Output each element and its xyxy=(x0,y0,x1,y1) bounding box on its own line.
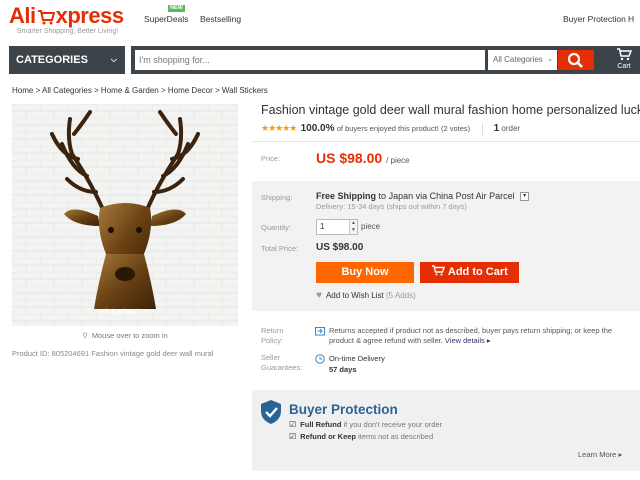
image-watermark: 天秘家居饰品店 xyxy=(98,308,140,316)
rating-row: ★★★★★ 100.0% of buyers enjoyed this prod… xyxy=(261,123,520,135)
price-value: US $98.00 / piece xyxy=(316,150,410,166)
bp-full-refund-text: if you don't receive your order xyxy=(343,420,443,429)
aliexpress-logo[interactable]: Ali xpress Smarter Shopping, Better Livin… xyxy=(9,3,124,36)
categories-button[interactable]: CATEGORIES ⌵ xyxy=(9,46,125,74)
view-details-link[interactable]: View details ▸ xyxy=(445,336,491,345)
shipping-dropdown-icon[interactable]: ▾ xyxy=(520,192,530,202)
categories-label: CATEGORIES xyxy=(16,54,88,66)
clock-icon xyxy=(315,354,325,364)
seller-guarantees-label-2: Guarantees: xyxy=(261,363,303,372)
divider xyxy=(482,123,484,135)
magnifier-icon: ⚲ xyxy=(82,331,88,340)
return-box-icon xyxy=(315,327,325,336)
shipping-line: Free Shipping to Japan via China Post Ai… xyxy=(316,191,530,202)
bp-full-refund-bold: Full Refund xyxy=(300,420,342,429)
return-policy-label: Return Policy: xyxy=(261,326,284,346)
logo-express-text: xpress xyxy=(55,3,124,28)
quantity-label: Quantity: xyxy=(261,223,292,232)
bp-full-refund: ☑ Full Refund if you don't receive your o… xyxy=(289,420,442,429)
order-label: order xyxy=(501,124,521,134)
add-to-wishlist[interactable]: ♥ Add to Wish List (5 Adds) xyxy=(316,290,416,301)
add-to-cart-button[interactable]: Add to Cart xyxy=(420,262,519,283)
logo-tagline: Smarter Shopping, Better Living! xyxy=(17,28,119,35)
checkbox-icon: ☑ xyxy=(289,420,297,429)
quantity-spin-icon[interactable]: ▲ ▼ xyxy=(349,220,357,234)
return-policy-label-2: Policy: xyxy=(261,336,284,345)
bp-refund-or-keep: ☑ Refund or Keep items not as described xyxy=(289,432,433,441)
deer-head-image: 天秘家居饰品店 xyxy=(12,104,238,326)
delivery-estimate: Delivery: 15-34 days (ships out within 7… xyxy=(316,202,467,211)
shield-icon xyxy=(261,400,281,424)
search-input[interactable] xyxy=(135,50,485,70)
on-time-delivery: On-time Delivery xyxy=(329,354,385,363)
seller-guarantees-label-1: Seller xyxy=(261,353,281,362)
search-category-value: All Categories xyxy=(493,55,543,64)
rating-text: of buyers enjoyed this product! (2 votes… xyxy=(336,124,471,134)
chevron-down-icon: ⌵ xyxy=(110,55,117,64)
nav-buyer-protection[interactable]: Buyer Protection xyxy=(563,14,626,24)
heart-icon: ♥ xyxy=(316,290,322,301)
wishlist-label: Add to Wish List xyxy=(325,291,384,300)
on-time-days: 57 days xyxy=(329,365,357,374)
wishlist-count: (5 Adds) xyxy=(385,291,416,300)
search-band: CATEGORIES ⌵ All Categories ⌄ Cart xyxy=(9,46,640,74)
learn-more-link[interactable]: Learn More ▸ xyxy=(578,450,622,459)
free-shipping: Free Shipping xyxy=(316,191,377,201)
rating-percent: 100.0% xyxy=(300,123,335,135)
return-policy-text: Returns accepted if product not as descr… xyxy=(329,326,629,346)
quantity-stepper[interactable]: 1 ▲ ▼ xyxy=(316,219,358,235)
search-button[interactable] xyxy=(558,50,594,70)
product-title: Fashion vintage gold deer wall mural fas… xyxy=(261,103,640,117)
new-badge: NEW xyxy=(168,5,185,12)
price-unit: / piece xyxy=(386,156,410,165)
price-amount: US $98.00 xyxy=(316,150,383,166)
top-header: Ali xpress Smarter Shopping, Better Livin… xyxy=(0,0,640,46)
logo-ali-text: Ali xyxy=(9,3,36,28)
nav-help[interactable]: H xyxy=(628,14,634,24)
total-label: Total Price: xyxy=(261,244,299,253)
checkbox-icon: ☑ xyxy=(289,432,297,441)
divider xyxy=(252,141,640,142)
quantity-value: 1 xyxy=(320,222,325,231)
bp-refund-or-keep-bold: Refund or Keep xyxy=(300,432,357,441)
shipping-to: to xyxy=(378,191,387,201)
total-value: US $98.00 xyxy=(316,242,364,253)
zoom-hint-text: Mouse over to zoom in xyxy=(91,331,168,340)
cart-label: Cart xyxy=(617,63,631,70)
search-container: All Categories ⌄ Cart xyxy=(131,46,640,74)
bp-refund-or-keep-text: items not as described xyxy=(358,432,434,441)
zoom-hint: ⚲ Mouse over to zoom in xyxy=(12,329,238,343)
product-id: Product ID: 805204691 Fashion vintage go… xyxy=(12,349,214,358)
shipping-label: Shipping: xyxy=(261,193,293,202)
nav-bestselling[interactable]: Bestselling xyxy=(200,14,241,24)
buy-now-button[interactable]: Buy Now xyxy=(316,262,414,283)
shipping-destination[interactable]: Japan via China Post Air Parcel xyxy=(389,191,515,201)
seller-guarantees-label: Seller Guarantees: xyxy=(261,353,302,373)
return-policy-label-1: Return xyxy=(261,326,284,335)
logo-cart-icon xyxy=(37,10,55,25)
order-count: 1 xyxy=(493,123,500,135)
view-details-label: View details xyxy=(444,336,485,345)
rating-stars-icon[interactable]: ★★★★★ xyxy=(261,123,297,133)
chevron-down-icon: ⌄ xyxy=(547,56,553,63)
learn-more-label: Learn More xyxy=(578,450,617,459)
breadcrumb[interactable]: Home > All Categories > Home & Garden > … xyxy=(12,86,268,95)
add-to-cart-label: Add to Cart xyxy=(447,266,508,278)
cart-button[interactable]: Cart xyxy=(609,48,639,72)
search-category-select[interactable]: All Categories ⌄ xyxy=(488,50,557,70)
nav-superdeals[interactable]: SuperDeals xyxy=(144,14,188,24)
product-image[interactable]: 天秘家居饰品店 xyxy=(12,104,238,326)
cart-icon xyxy=(432,265,446,276)
price-label: Price: xyxy=(261,154,281,163)
quantity-unit: piece xyxy=(361,222,381,231)
buyer-protection-title: Buyer Protection xyxy=(289,402,398,417)
cart-icon xyxy=(617,48,633,61)
search-icon xyxy=(567,52,583,68)
